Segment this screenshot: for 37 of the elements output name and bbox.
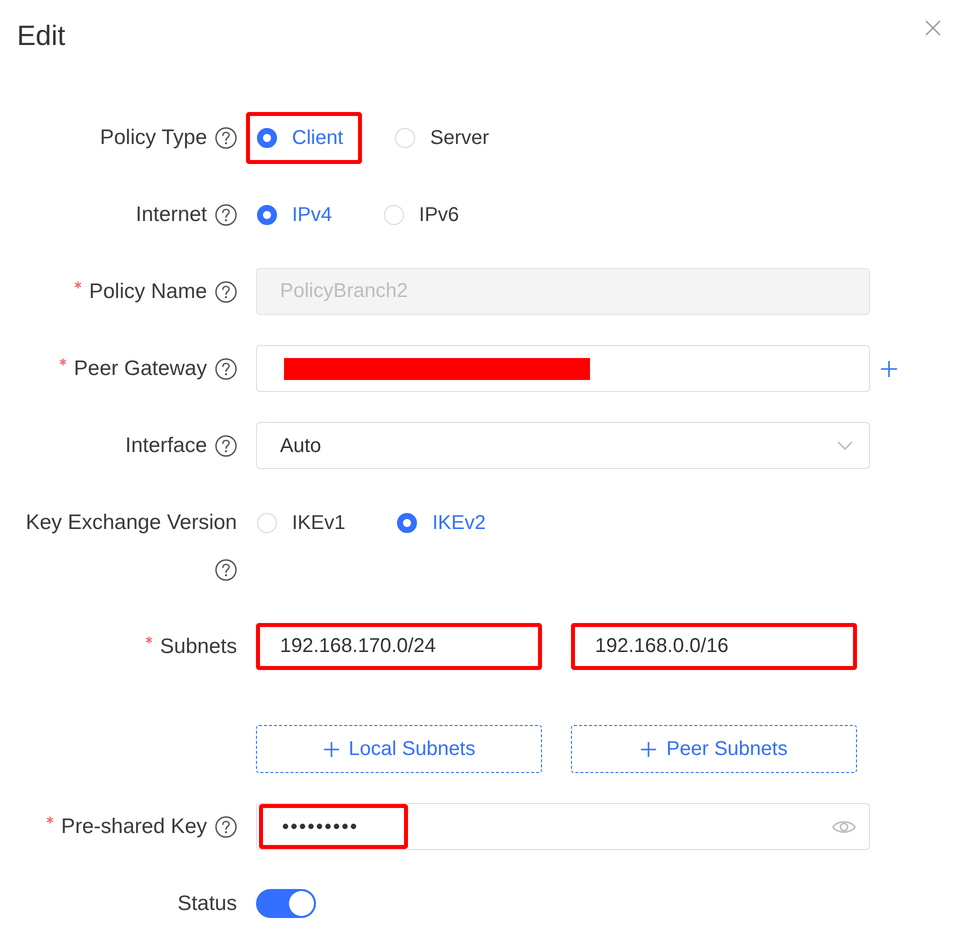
help-icon[interactable]: [215, 204, 237, 226]
option-label: IPv4: [292, 202, 332, 226]
field-label: Internet: [136, 202, 207, 228]
help-icon[interactable]: [215, 358, 237, 380]
option-label: IKEv2: [432, 510, 486, 534]
radio-button[interactable]: [257, 128, 277, 148]
field-label: Key Exchange Version: [26, 510, 237, 536]
field-label: Interface: [125, 433, 207, 459]
option-label: IKEv1: [292, 510, 346, 534]
option-label: Server: [430, 126, 490, 150]
radio-button[interactable]: [257, 204, 277, 224]
help-icon[interactable]: [215, 126, 237, 148]
password-value: •••••••••: [281, 814, 359, 840]
add-subnet-button[interactable]: Peer Subnets: [571, 725, 857, 773]
field-label: Pre-shared Key: [61, 814, 207, 840]
password-field[interactable]: •••••••••: [256, 803, 870, 850]
dialog-title: Edit: [17, 19, 66, 53]
help-icon[interactable]: [215, 558, 237, 580]
option-label: Client: [292, 126, 344, 150]
close-button[interactable]: [925, 20, 941, 36]
plus-icon: [640, 740, 658, 758]
select-field[interactable]: Auto: [256, 422, 870, 469]
radio-button[interactable]: [397, 512, 418, 532]
toggle-switch[interactable]: [256, 889, 316, 918]
field-label: Status: [177, 891, 237, 917]
help-icon[interactable]: [215, 434, 237, 456]
option-label: IPv6: [419, 202, 460, 226]
chevron-down-icon: [837, 441, 853, 450]
field-label: Policy Name: [89, 279, 207, 305]
field-label: Peer Gateway: [74, 356, 207, 382]
add-subnet-button[interactable]: Local Subnets: [256, 725, 542, 773]
field-label: Policy Type: [100, 125, 207, 151]
field-label: Subnets: [160, 634, 237, 660]
plus-icon: [322, 740, 340, 758]
plus-icon: [880, 360, 898, 378]
help-icon[interactable]: [215, 816, 237, 838]
close-icon: [925, 20, 941, 36]
